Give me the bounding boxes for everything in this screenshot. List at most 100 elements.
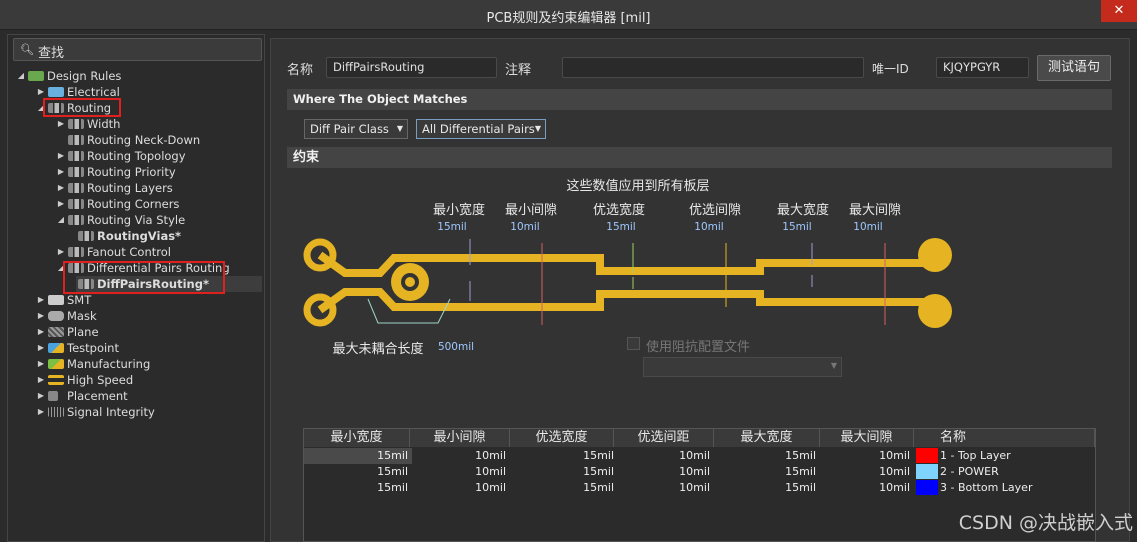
tree-item-signal-integrity[interactable]: ▶ Signal Integrity [36,404,155,420]
placement-icon [48,391,58,401]
collapsed-icon[interactable]: ▶ [56,164,66,180]
tree-label: Testpoint [67,341,119,355]
collapsed-icon[interactable]: ▶ [56,148,66,164]
collapsed-icon[interactable]: ▶ [36,388,46,404]
uncoupled-length-value[interactable]: 500mil [432,341,480,353]
collapsed-icon[interactable]: ▶ [36,308,46,324]
tree-item-plane[interactable]: ▶ Plane [36,324,99,340]
collapsed-icon[interactable]: ▶ [36,372,46,388]
comment-field[interactable] [562,57,864,78]
impedance-label: 使用阻抗配置文件 [646,340,751,355]
tree-label: Routing Corners [87,197,180,211]
tree-label: SMT [67,293,92,307]
impedance-checkbox[interactable] [627,337,640,350]
match-class-dropdown[interactable]: All Differential Pairs ▼ [416,119,546,139]
table-cell[interactable]: 15mil [714,448,820,464]
min-gap-label: 最小间隙 [504,203,557,218]
tree-label: RoutingVias* [97,229,182,243]
col-header[interactable]: 最大宽度 [714,429,820,447]
collapsed-icon[interactable]: ▶ [56,180,66,196]
table-cell[interactable]: 15mil [510,480,618,496]
tree-item-design-rules[interactable]: ◢ Design Rules [16,68,121,84]
col-header[interactable]: 最大间隙 [820,429,914,447]
tree-item-mask[interactable]: ▶ Mask [36,308,97,324]
routing-icon [68,215,84,225]
collapsed-icon[interactable]: ▶ [56,244,66,260]
tree-item-layers[interactable]: ▶ Routing Layers [56,180,173,196]
uid-field[interactable]: KJQYPGYR [936,57,1029,78]
tree-item-corners[interactable]: ▶ Routing Corners [56,196,180,212]
col-header[interactable]: 优选宽度 [510,429,614,447]
name-field[interactable]: DiffPairsRouting [326,57,497,78]
col-header[interactable]: 名称 [914,429,1095,447]
collapsed-icon[interactable]: ▶ [56,116,66,132]
col-header[interactable]: 优选间距 [614,429,714,447]
tree-item-high-speed[interactable]: ▶ High Speed [36,372,133,388]
tree-label: Routing Layers [87,181,173,195]
rule-icon [78,231,94,241]
close-button[interactable]: ✕ [1101,0,1137,22]
tree-item-via-style[interactable]: ◢ Routing Via Style [56,212,185,228]
tree-item-topology[interactable]: ▶ Routing Topology [56,148,186,164]
table-cell[interactable]: 15mil [304,448,412,464]
routing-icon [68,151,84,161]
test-query-button[interactable]: 测试语句 [1037,55,1111,81]
collapsed-icon[interactable]: ▶ [56,196,66,212]
chevron-down-icon: ▼ [396,124,403,133]
collapsed-icon[interactable]: ▶ [36,356,46,372]
col-header[interactable]: 最小宽度 [304,429,410,447]
chevron-down-icon: ▼ [830,361,837,370]
table-cell[interactable]: 15mil [714,464,820,480]
col-header[interactable]: 最小间隙 [410,429,510,447]
collapsed-icon[interactable]: ▶ [36,324,46,340]
collapsed-icon[interactable]: ▶ [36,340,46,356]
watermark: CSDN @决战嵌入式 [958,512,1133,534]
min-width-label: 最小宽度 [432,203,485,218]
table-cell[interactable]: 15mil [304,464,412,480]
tree-label: Fanout Control [87,245,171,259]
tree-item-routing-vias[interactable]: RoutingVias* [76,228,181,244]
routing-icon [68,167,84,177]
table-cell[interactable]: 15mil [510,448,618,464]
collapsed-icon[interactable]: ▶ [36,292,46,308]
tree-item-width[interactable]: ▶ Width [56,116,121,132]
table-cell[interactable]: 15mil [714,480,820,496]
impedance-profile-dropdown[interactable]: ▼ [643,357,842,377]
tree-item-smt[interactable]: ▶ SMT [36,292,91,308]
routing-icon [68,199,84,209]
expanded-icon[interactable]: ◢ [56,212,66,228]
expanded-icon[interactable]: ◢ [16,68,26,84]
search-box[interactable]: 🔍︎ 查找 [13,38,262,61]
table-cell[interactable]: 10mil [412,448,510,464]
tree-label: Plane [67,325,99,339]
uncoupled-length-label: 最大未耦合长度 [332,342,424,357]
dropdown-value: Diff Pair Class [310,122,389,136]
title-bar: PCB规则及约束编辑器 [mil] ✕ [0,0,1137,30]
tree-item-testpoint[interactable]: ▶ Testpoint [36,340,119,356]
table-cell[interactable]: 10mil [618,448,714,464]
tree-item-manufacturing[interactable]: ▶ Manufacturing [36,356,150,372]
table-cell[interactable]: 10mil [618,480,714,496]
tree-label: Manufacturing [67,357,151,371]
collapsed-icon[interactable]: ▶ [36,404,46,420]
table-cell[interactable]: 10mil [820,464,914,480]
table-cell[interactable]: 10mil [412,464,510,480]
table-cell[interactable]: 15mil [510,464,618,480]
smt-icon [48,295,64,305]
manufacturing-icon [48,359,64,369]
match-type-dropdown[interactable]: Diff Pair Class ▼ [304,119,408,139]
tree-item-priority[interactable]: ▶ Routing Priority [56,164,176,180]
table-cell[interactable]: 10mil [618,464,714,480]
layer-name: 1 - Top Layer [940,449,1011,462]
tree-item-neckdown[interactable]: Routing Neck-Down [56,132,200,148]
constraints-header: 约束 [287,147,1112,168]
table-cell[interactable]: 15mil [304,480,412,496]
tree-label: Placement [67,389,128,403]
table-cell[interactable]: 10mil [820,480,914,496]
tree-item-fanout[interactable]: ▶ Fanout Control [56,244,171,260]
tree-item-placement[interactable]: ▶ Placement [36,388,128,404]
table-cell[interactable]: 10mil [412,480,510,496]
diff-pair-diagram [303,238,952,328]
table-cell[interactable]: 10mil [820,448,914,464]
where-object-matches-header: Where The Object Matches [287,89,1112,110]
